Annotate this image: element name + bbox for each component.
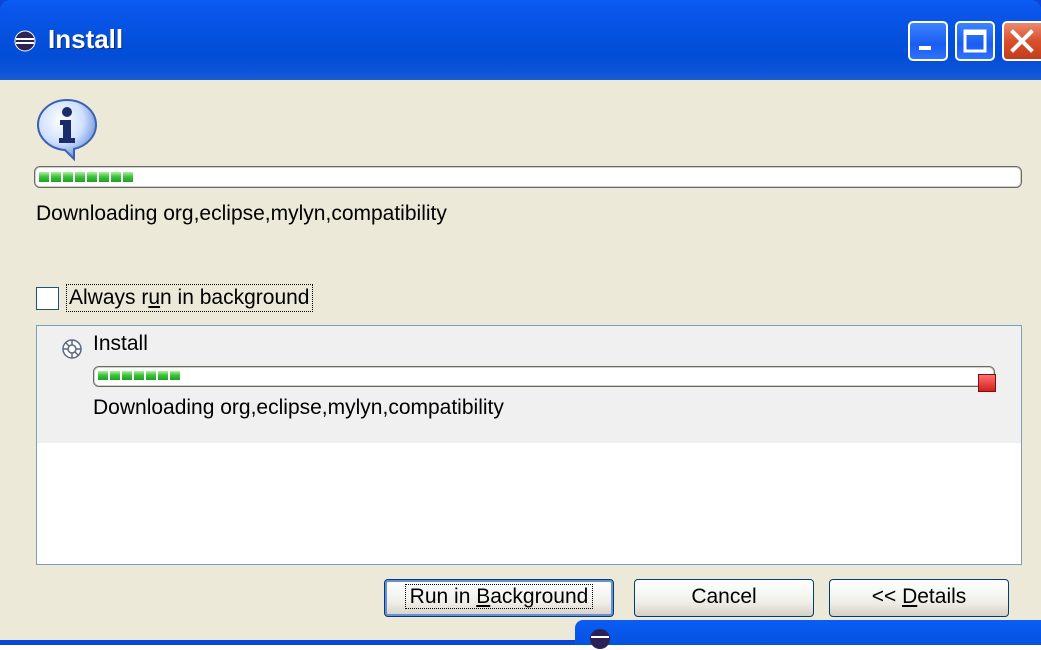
stop-icon[interactable] — [978, 374, 996, 392]
label-mnemonic: D — [902, 585, 918, 608]
eclipse-icon — [590, 629, 610, 649]
install-job-icon — [62, 339, 82, 359]
details-button[interactable]: << Details — [829, 579, 1009, 617]
label-part: etails — [917, 585, 967, 608]
dialog-body: Downloading org,eclipse,mylyn,compatibil… — [0, 80, 1041, 640]
progress-segment — [146, 371, 156, 380]
maximize-button[interactable] — [955, 21, 995, 61]
progress-segment — [134, 371, 144, 380]
progress-segment — [87, 172, 97, 182]
progress-segment — [98, 371, 108, 380]
title-bar[interactable]: Install — [0, 0, 1041, 80]
minimize-icon — [919, 46, 931, 50]
progress-segment — [110, 371, 120, 380]
progress-segment — [99, 172, 109, 182]
window-title: Install — [48, 24, 124, 54]
label-part: Run in — [409, 585, 477, 608]
button-label: Run in Background — [404, 584, 594, 609]
label-part: n in background — [160, 286, 310, 309]
job-status-text: Downloading org,eclipse,mylyn,compatibil… — [93, 396, 504, 419]
label-mnemonic: u — [148, 286, 161, 309]
label-mnemonic: B — [476, 585, 491, 608]
eclipse-icon — [14, 30, 36, 52]
label-part: << — [871, 585, 903, 608]
job-progress-bar — [93, 366, 995, 387]
maximize-icon — [963, 29, 987, 53]
run-in-background-button[interactable]: Run in Background — [384, 579, 614, 617]
close-button[interactable] — [1002, 21, 1041, 61]
label-part: Always r — [69, 286, 149, 309]
always-run-in-background-checkbox[interactable] — [36, 287, 59, 310]
progress-segment — [63, 172, 73, 182]
jobs-list: Install Downloading org,eclipse,mylyn,co… — [36, 325, 1022, 565]
background-window-titlebar[interactable] — [575, 620, 1041, 649]
progress-segment — [158, 371, 168, 380]
status-text: Downloading org,eclipse,mylyn,compatibil… — [36, 202, 447, 225]
close-icon — [1010, 29, 1034, 53]
progress-segment — [170, 371, 180, 380]
main-progress-bar — [34, 166, 1022, 188]
progress-segment — [75, 172, 85, 182]
list-item[interactable]: Install Downloading org,eclipse,mylyn,co… — [37, 326, 1021, 443]
progress-segment — [123, 172, 133, 182]
progress-segment — [122, 371, 132, 380]
progress-segment — [39, 172, 49, 182]
information-icon — [36, 98, 98, 162]
label-part: ackground — [490, 585, 589, 608]
cancel-button[interactable]: Cancel — [634, 579, 814, 617]
progress-segment — [51, 172, 61, 182]
always-run-in-background-label[interactable]: Always run in background — [66, 284, 313, 312]
minimize-button[interactable] — [908, 21, 948, 61]
job-name: Install — [93, 332, 148, 355]
install-window: Install Downloading org,eclipse,mylyn,co… — [0, 0, 1041, 649]
progress-segment — [111, 172, 121, 182]
